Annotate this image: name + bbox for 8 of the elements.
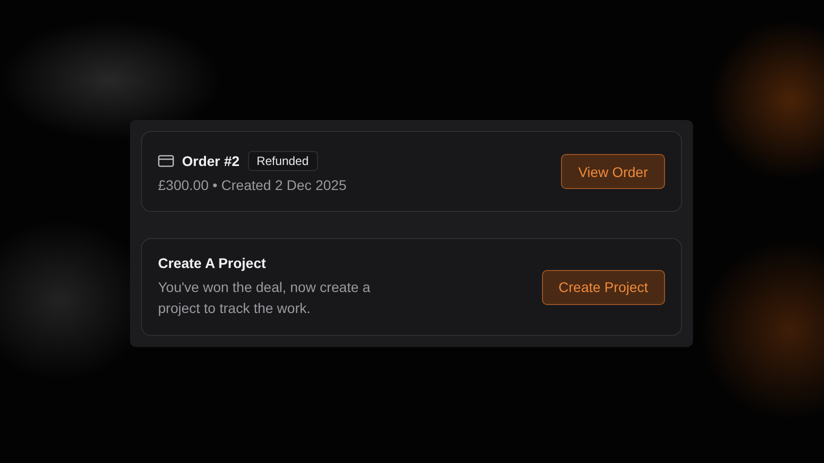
- order-meta: £300.00 • Created 2 Dec 2025: [158, 176, 347, 192]
- view-order-button[interactable]: View Order: [561, 154, 665, 189]
- project-title: Create A Project: [158, 255, 267, 271]
- order-title: Order #2: [182, 152, 240, 168]
- create-project-button[interactable]: Create Project: [542, 270, 665, 304]
- status-badge: Refunded: [248, 150, 318, 170]
- project-description: You've won the deal, now create a project to track the work.: [158, 278, 372, 318]
- credit-card-icon: [158, 154, 174, 166]
